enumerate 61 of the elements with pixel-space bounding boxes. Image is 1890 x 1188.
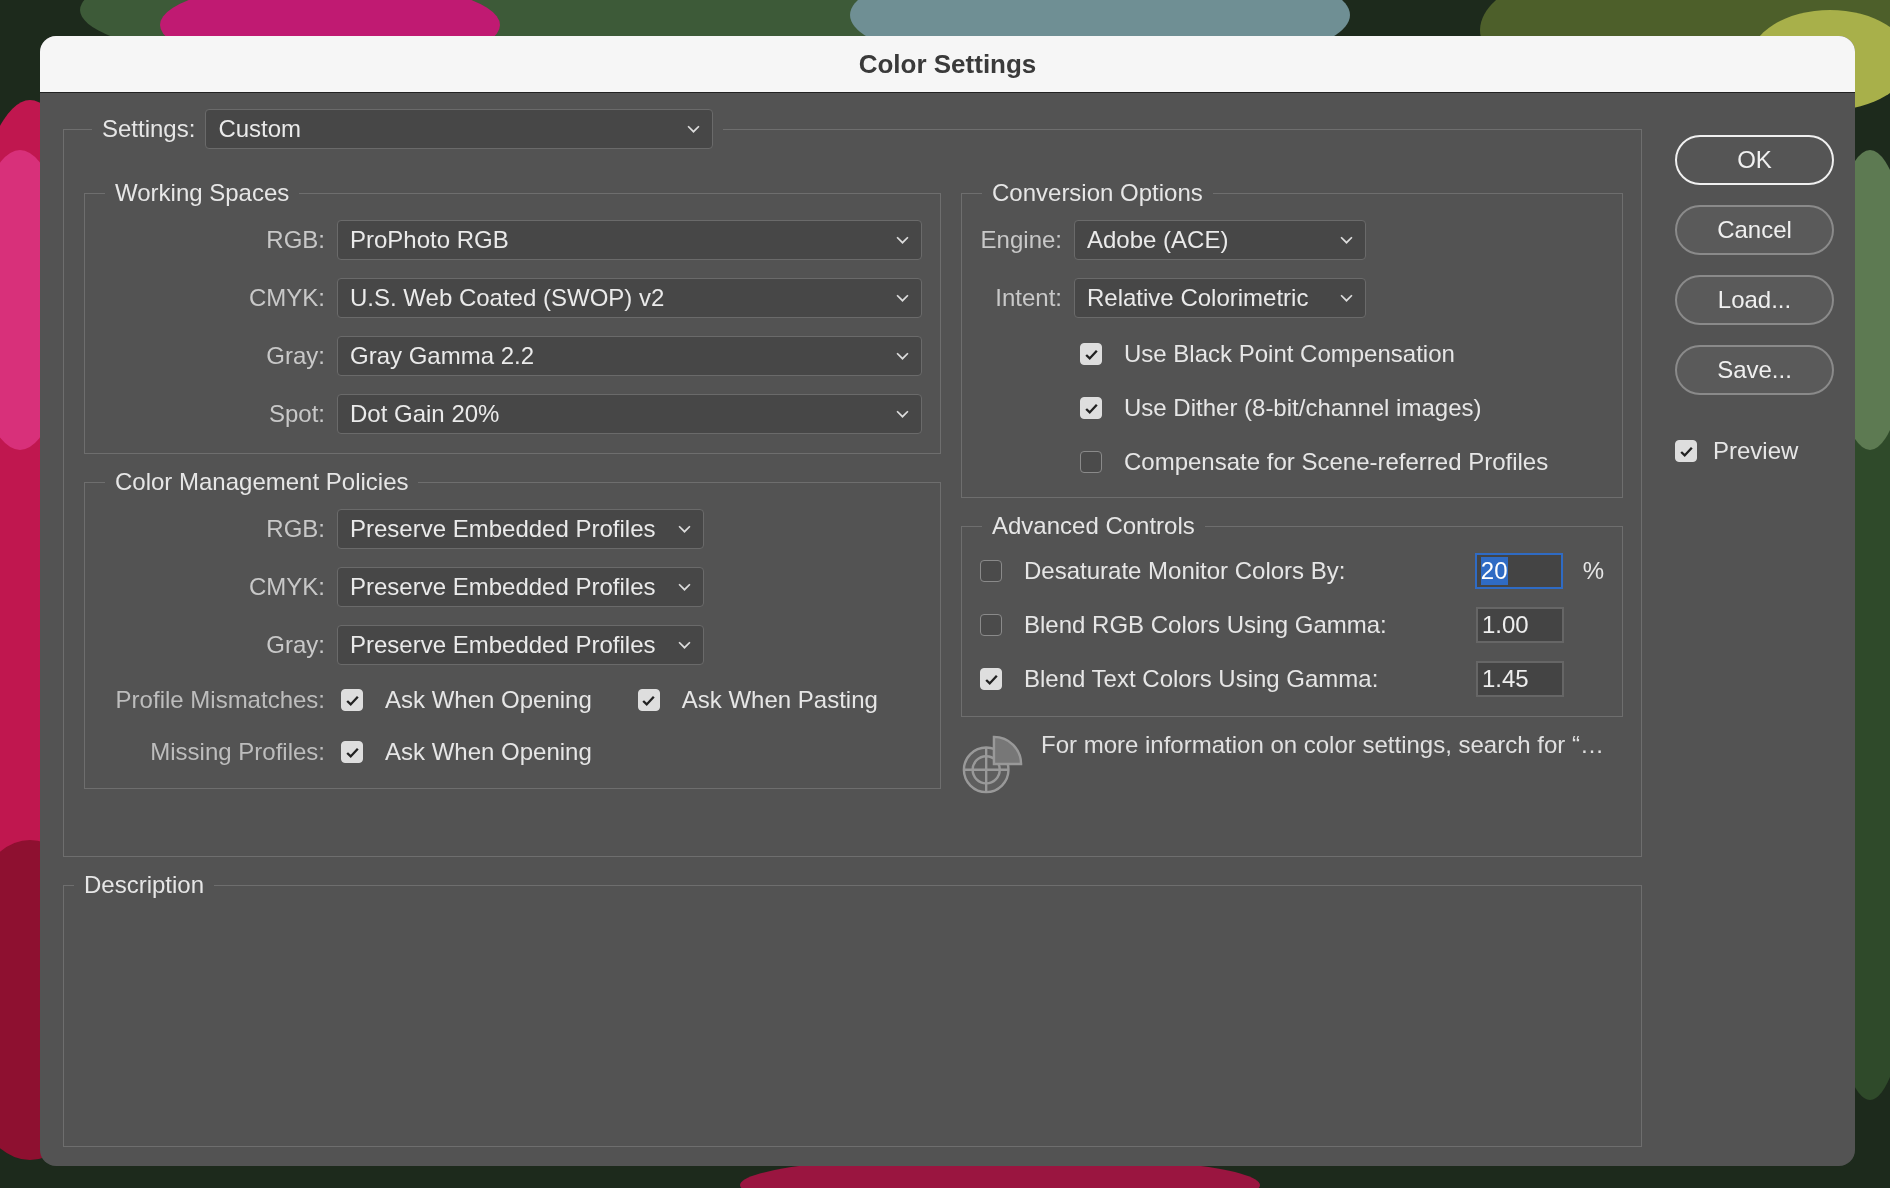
dialog-button[interactable]: OK <box>1675 135 1834 185</box>
checkbox[interactable] <box>980 560 1002 582</box>
chevron-icon <box>678 524 691 534</box>
field-label: Gray: <box>265 631 325 659</box>
chevron-icon <box>896 409 909 419</box>
profile-dropdown[interactable]: Dot Gain 20% <box>337 394 922 434</box>
chevron-icon <box>896 235 909 245</box>
policy-dropdown[interactable]: Preserve Embedded Profiles <box>337 567 704 607</box>
profile-dropdown[interactable]: ProPhoto RGB <box>337 220 922 260</box>
field-label: Spot: <box>267 400 325 428</box>
unit-label: % <box>1582 557 1604 585</box>
field-label: RGB: <box>265 515 325 543</box>
field-label: CMYK: <box>248 284 325 312</box>
chevron-icon <box>678 640 691 650</box>
group-title: Conversion Options <box>991 179 1204 207</box>
field-label: CMYK: <box>248 573 325 601</box>
field-label: Profile Mismatches: <box>114 686 325 714</box>
checkbox-label: Blend Text Colors Using Gamma: <box>1024 665 1380 693</box>
chevron-icon <box>896 351 909 361</box>
chevron-icon <box>896 293 909 303</box>
checkbox-label: Preview <box>1713 437 1799 465</box>
field-label: Intent: <box>994 284 1062 312</box>
number-field[interactable]: 1.45 <box>1476 661 1564 697</box>
color-wheel-icon <box>961 733 1023 795</box>
checkbox-label: Ask When Opening <box>385 686 592 714</box>
checkbox-label: Use Dither (8-bit/channel images) <box>1124 394 1482 422</box>
option-dropdown[interactable]: Adobe (ACE) <box>1074 220 1366 260</box>
settings-label: Settings: <box>102 115 196 143</box>
checkbox-label: Compensate for Scene-referred Profiles <box>1124 448 1549 476</box>
checkbox[interactable] <box>980 614 1002 636</box>
group-title: Advanced Controls <box>991 512 1196 540</box>
window-title: Color Settings <box>858 48 1037 80</box>
chevron-icon <box>678 582 691 592</box>
policy-dropdown[interactable]: Preserve Embedded Profiles <box>337 509 704 549</box>
checkbox-label: Blend RGB Colors Using Gamma: <box>1024 611 1388 639</box>
profile-dropdown[interactable]: U.S. Web Coated (SWOP) v2 <box>337 278 922 318</box>
settings-dropdown[interactable]: Custom <box>205 109 714 149</box>
option-dropdown[interactable]: Relative Colorimetric <box>1074 278 1366 318</box>
checkbox[interactable] <box>1080 451 1102 473</box>
policy-dropdown[interactable]: Preserve Embedded Profiles <box>337 625 704 665</box>
chevron-icon <box>1340 293 1353 303</box>
chevron-icon <box>1340 235 1353 245</box>
group-title: Working Spaces <box>114 179 291 207</box>
help-text: For more information on color settings, search for “… <box>1041 731 1604 759</box>
chevron-icon <box>687 124 701 134</box>
checkbox-label: Use Black Point Compensation <box>1124 340 1455 368</box>
field-label: Missing Profiles: <box>149 738 325 766</box>
field-label: RGB: <box>265 226 325 254</box>
number-field[interactable]: 20 <box>1474 553 1563 589</box>
group-title: Description <box>83 871 206 899</box>
field-label: Gray: <box>265 342 325 370</box>
checkbox-label: Ask When Opening <box>385 738 592 766</box>
checkbox-label: Ask When Pasting <box>681 686 878 714</box>
number-field[interactable]: 1.00 <box>1476 607 1564 643</box>
profile-dropdown[interactable]: Gray Gamma 2.2 <box>337 336 922 376</box>
field-label: Engine: <box>979 226 1062 254</box>
dialog-button[interactable]: Save... <box>1675 345 1834 395</box>
checkbox-label: Desaturate Monitor Colors By: <box>1024 557 1347 585</box>
dialog-button[interactable]: Cancel <box>1675 205 1834 255</box>
group-title: Color Management Policies <box>114 468 410 496</box>
dialog-button[interactable]: Load... <box>1675 275 1834 325</box>
